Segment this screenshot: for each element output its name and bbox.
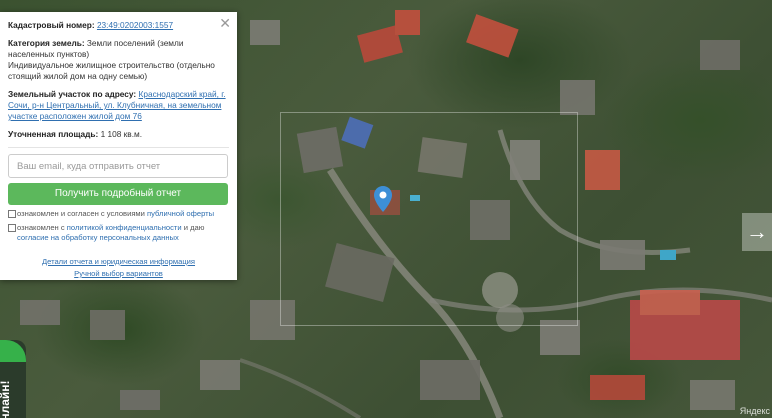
consent-privacy-checkbox[interactable] [8,224,16,232]
address-row: Земельный участок по адресу: Краснодарск… [8,89,229,122]
divider [8,147,229,148]
category-row: Категория земель: Земли поселений (земли… [8,38,229,82]
cadastral-row: Кадастровый номер: 23:49:0202003:1557 [8,20,229,31]
manual-selection-link[interactable]: Ручной выбор вариантов [8,268,229,280]
consent-privacy-row: ознакомлен с политикой конфиденциальност… [8,223,229,243]
personal-data-consent-link[interactable]: согласие на обработку персональных данны… [17,233,179,242]
parcel-info-card: ✕ Кадастровый номер: 23:49:0202003:1557 … [0,12,237,280]
online-indicator [0,340,26,362]
consent-offer-text: ознакомлен и согласен с условиями публич… [17,209,214,219]
consent-offer-checkbox[interactable] [8,210,16,218]
consent-offer-label: ознакомлен и согласен с условиями [17,209,145,218]
area-label: Уточненная площадь: [8,129,99,139]
cadastral-number-link[interactable]: 23:49:0202003:1557 [97,20,173,30]
yandex-logo: Яндекс [739,406,770,416]
map-pin-icon[interactable] [374,186,392,212]
arrow-right-icon[interactable]: → [742,213,772,251]
get-report-button[interactable]: Получить подробный отчет [8,183,228,205]
category-label: Категория земель: [8,38,85,48]
cadastral-label: Кадастровый номер: [8,20,95,30]
consent-privacy-mid: и даю [183,223,205,232]
area-row: Уточненная площадь: 1 108 кв.м. [8,129,229,140]
report-details-link[interactable]: Детали отчета и юридическая информация [8,256,229,268]
close-icon[interactable]: ✕ [219,16,231,30]
public-offer-link[interactable]: публичной оферты [147,209,214,218]
usage-value: Индивидуальное жилищное строительство (о… [8,60,215,81]
address-label: Земельный участок по адресу: [8,89,137,99]
parcel-outline [280,112,578,326]
consent-offer-row: ознакомлен и согласен с условиями публич… [8,209,229,219]
online-tab-label: Онлайн! [0,380,12,418]
consent-privacy-label: ознакомлен с [17,223,65,232]
online-chat-tab[interactable]: Онлайн! [0,340,26,418]
consent-privacy-text: ознакомлен с политикой конфиденциальност… [17,223,229,243]
email-input[interactable] [8,154,228,178]
area-value: 1 108 кв.м. [100,129,143,139]
footer-links: Детали отчета и юридическая информация Р… [8,256,229,280]
privacy-policy-link[interactable]: политикой конфиденциальности [67,223,182,232]
